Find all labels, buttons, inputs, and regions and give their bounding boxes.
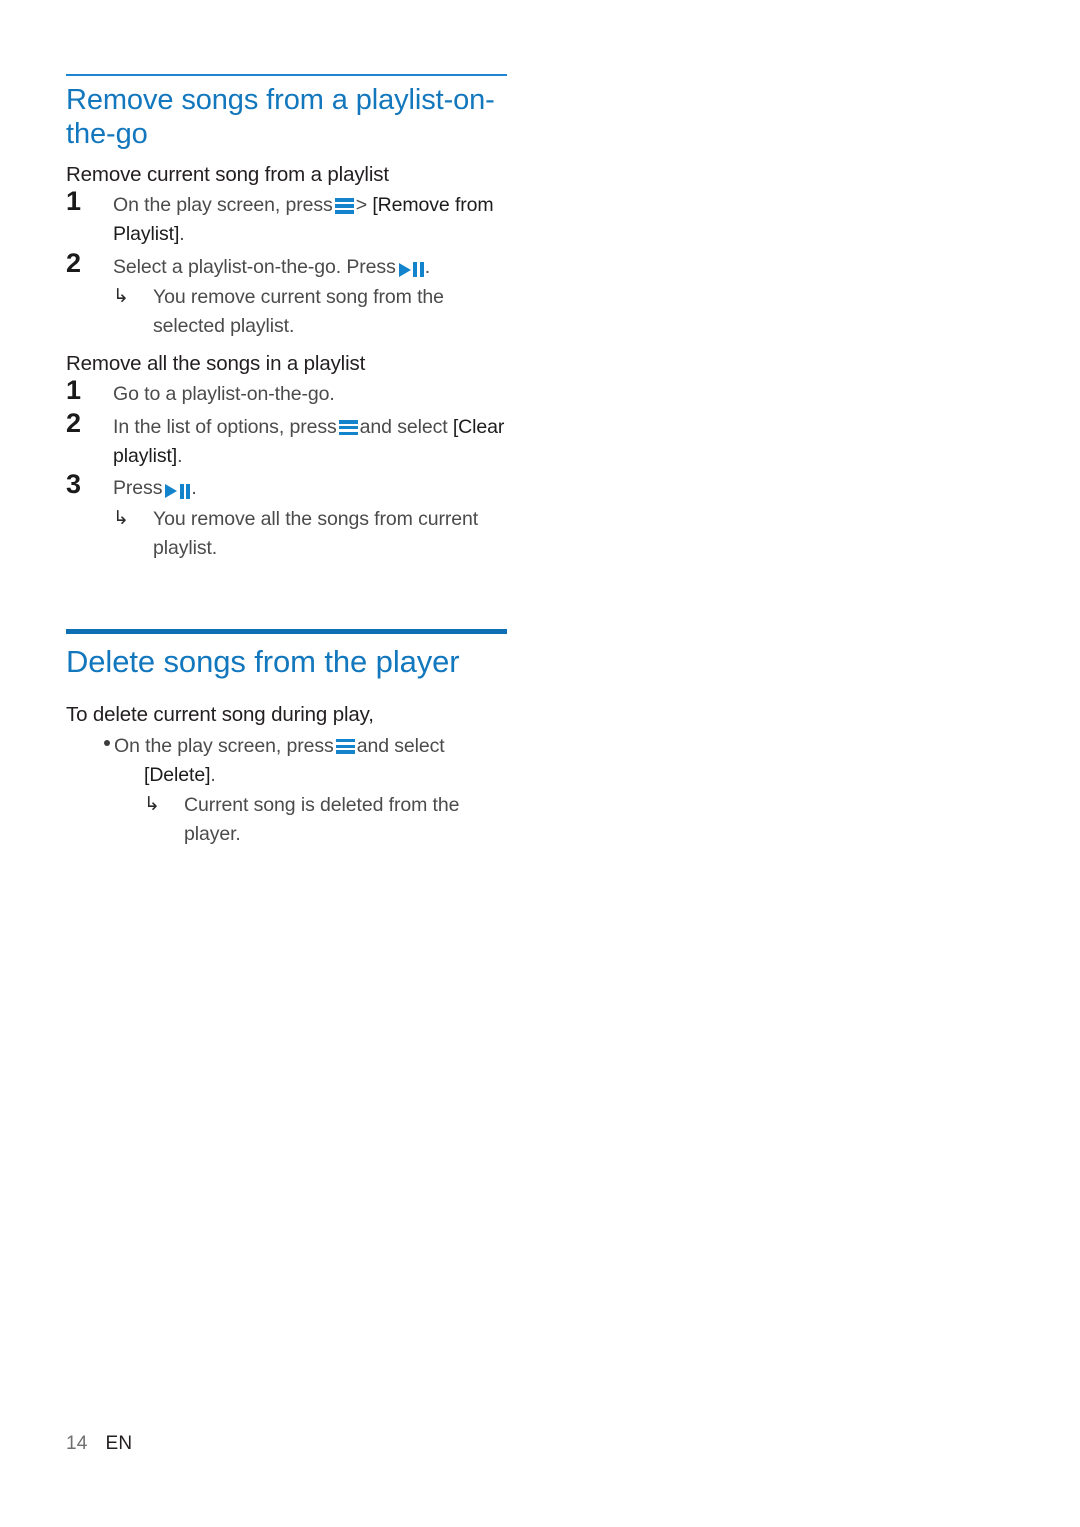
step-text-before: On the play screen, press [113,194,333,217]
result-arrow-icon: ↳ [113,286,129,308]
step-text-before: In the list of options, press [113,416,337,439]
step-result: ↳ You remove all the songs from current … [113,505,508,562]
step-text-after: . [179,223,185,246]
menu-icon [338,420,358,436]
result-text: You remove all the songs from current pl… [153,508,479,559]
result-arrow-icon: ↳ [113,508,129,529]
step-item: 2 In the list of options, press and selec… [66,408,508,470]
play-pause-icon [165,483,191,499]
step-text: On the play screen, press and select [Del… [114,735,445,786]
section-rule-top [66,629,507,634]
result-text: Current song is deleted from the player. [184,794,460,845]
steps-delete-current-song: On the play screen, press and select [Del… [66,732,508,849]
step-text-mid: > [355,194,373,217]
page-footer: 14 EN [66,1433,132,1456]
step-number: 2 [66,408,82,439]
subheading-remove-current-song: Remove current song from a playlist [66,162,389,186]
step-item: 2 Select a playlist-on-the-go. Press. ↳ … [66,248,508,341]
result-text: You remove current song from the selecte… [153,286,444,338]
steps-remove-all-songs: 1 Go to a playlist-on-the-go. 2 In the l… [66,375,508,562]
step-text-mid: and select [359,416,453,439]
step-result: ↳ You remove current song from the selec… [113,283,508,340]
step-text: Press. [113,477,197,499]
page-language: EN [105,1433,133,1454]
page-number: 14 [66,1433,88,1454]
page-title-delete-songs: Delete songs from the player [66,644,460,679]
step-number: 1 [66,375,82,406]
bullet-icon [104,739,110,746]
step-item: 1 On the play screen, press > [Remove fro… [66,186,508,248]
step-item: 3 Press. ↳ You remove all the songs from… [66,469,508,562]
step-text-after: . [210,763,216,786]
subheading-remove-all-songs: Remove all the songs in a playlist [66,351,366,375]
section-remove-songs: Remove songs from a playlist-on-the-go R… [66,74,508,562]
step-text-after: . [177,444,183,467]
menu-icon [334,198,354,214]
steps-remove-current-song: 1 On the play screen, press > [Remove fro… [66,186,508,341]
page-title-remove-songs: Remove songs from a playlist-on-the-go [66,84,495,150]
step-text-before: On the play screen, press [114,734,334,757]
menu-option-label: [Delete] [144,763,211,786]
step-text-before: Go to a playlist-on-the-go. [113,383,335,406]
step-text: In the list of options, press and select … [113,416,504,467]
step-text-before: Press [113,477,163,500]
step-text-mid: and select [356,734,445,757]
play-pause-icon [398,262,424,278]
step-text: Select a playlist-on-the-go. Press. [113,256,430,278]
result-arrow-icon: ↳ [144,794,160,816]
step-item: 1 Go to a playlist-on-the-go. [66,375,508,409]
step-result: ↳ Current song is deleted from the playe… [144,791,508,848]
list-item: On the play screen, press and select [Del… [66,732,508,849]
step-text-after: . [191,477,197,500]
step-text-before: Select a playlist-on-the-go. Press [113,255,396,278]
section-rule-top [66,74,507,76]
menu-icon [335,738,355,755]
section-delete-songs: Delete songs from the player To delete c… [66,629,508,849]
step-number: 2 [66,247,82,278]
document-page: Remove songs from a playlist-on-the-go R… [0,0,1080,1527]
step-number: 3 [66,469,82,500]
step-text-after: . [424,255,431,278]
step-text: Go to a playlist-on-the-go. [113,383,335,405]
subheading-delete-current-song: To delete current song during play, [66,703,374,727]
step-number: 1 [66,186,82,217]
step-text: On the play screen, press > [Remove from … [113,194,494,245]
